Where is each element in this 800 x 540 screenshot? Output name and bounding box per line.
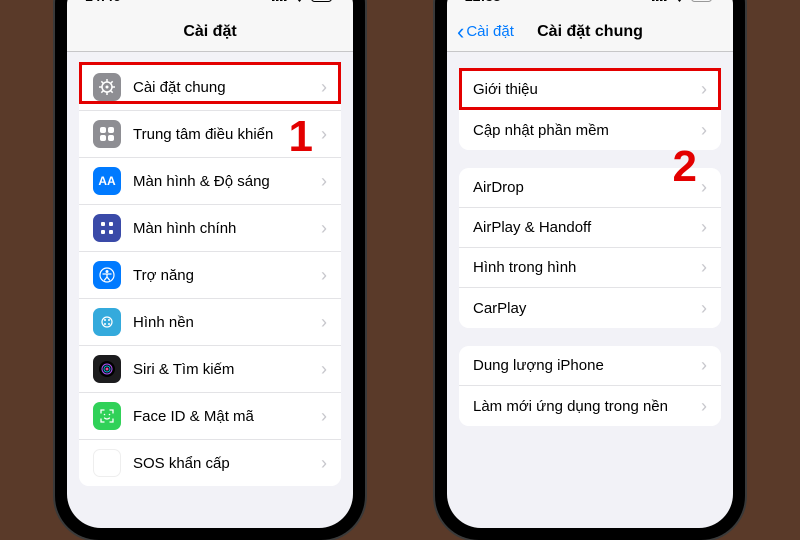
row-label: AirPlay & Handoff — [473, 219, 697, 236]
chevron-icon: › — [701, 355, 707, 376]
nav-bar: Cài đặt — [67, 12, 353, 52]
row-wallpaper[interactable]: Hình nền › — [79, 299, 341, 346]
chevron-icon: › — [321, 406, 327, 427]
row-siri[interactable]: Siri & Tìm kiếm › — [79, 346, 341, 393]
row-general[interactable]: Cài đặt chung › — [79, 64, 341, 111]
chevron-icon: › — [321, 171, 327, 192]
row-label: AirDrop — [473, 179, 697, 196]
row-background-refresh[interactable]: Làm mới ứng dụng trong nền › — [459, 386, 721, 426]
row-label: SOS khẩn cấp — [133, 455, 317, 472]
phone-step-1: 14:46 80 Cài đặt — [55, 0, 365, 540]
row-label: Màn hình chính — [133, 220, 317, 237]
row-label: Cài đặt chung — [133, 79, 317, 96]
row-label: CarPlay — [473, 300, 697, 317]
status-bar: 22:38 — [447, 0, 733, 12]
chevron-icon: › — [321, 359, 327, 380]
chevron-icon: › — [321, 312, 327, 333]
row-label: Siri & Tìm kiếm — [133, 361, 317, 378]
chevron-icon: › — [321, 265, 327, 286]
screen: 14:46 80 Cài đặt — [67, 0, 353, 528]
face-id-icon — [93, 402, 121, 430]
row-label: Hình trong hình — [473, 259, 697, 276]
accessibility-icon — [93, 261, 121, 289]
chevron-icon: › — [701, 217, 707, 238]
chevron-icon: › — [321, 453, 327, 474]
row-storage[interactable]: Dung lượng iPhone › — [459, 346, 721, 386]
row-label: Giới thiệu — [473, 81, 697, 98]
row-label: Trợ năng — [133, 267, 317, 284]
step-number: 1 — [289, 112, 313, 162]
phone-step-2: 22:38 ‹ Cài đặt C — [435, 0, 745, 540]
battery-icon — [691, 0, 715, 2]
back-label: Cài đặt — [466, 23, 514, 40]
row-pip[interactable]: Hình trong hình › — [459, 248, 721, 288]
row-about[interactable]: Giới thiệu › — [459, 70, 721, 110]
chevron-icon: › — [701, 396, 707, 417]
row-label: Dung lượng iPhone — [473, 357, 697, 374]
row-label: Hình nền — [133, 314, 317, 331]
display-icon: AA — [93, 167, 121, 195]
chevron-icon: › — [321, 124, 327, 145]
status-time: 22:38 — [465, 0, 501, 4]
row-sos[interactable]: SOS SOS khẩn cấp › — [79, 440, 341, 486]
row-label: Màn hình & Độ sáng — [133, 173, 317, 190]
signal-icon — [272, 0, 288, 1]
wifi-icon — [672, 0, 687, 2]
row-accessibility[interactable]: Trợ năng › — [79, 252, 341, 299]
wifi-icon — [292, 0, 307, 2]
signal-icon — [652, 0, 668, 1]
gear-icon — [93, 73, 121, 101]
control-center-icon — [93, 120, 121, 148]
row-display[interactable]: AA Màn hình & Độ sáng › — [79, 158, 341, 205]
wallpaper-icon — [93, 308, 121, 336]
status-time: 14:46 — [85, 0, 121, 4]
battery-icon: 80 — [311, 0, 335, 2]
chevron-icon: › — [701, 79, 707, 100]
sos-icon: SOS — [93, 449, 121, 477]
back-button[interactable]: ‹ Cài đặt — [457, 21, 514, 43]
row-label: Cập nhật phần mềm — [473, 122, 697, 139]
chevron-left-icon: ‹ — [457, 21, 464, 43]
siri-icon — [93, 355, 121, 383]
chevron-icon: › — [701, 257, 707, 278]
step-number: 2 — [673, 142, 697, 192]
nav-title: Cài đặt chung — [537, 23, 643, 41]
chevron-icon: › — [321, 77, 327, 98]
row-carplay[interactable]: CarPlay › — [459, 288, 721, 328]
row-airplay[interactable]: AirPlay & Handoff › — [459, 208, 721, 248]
general-list[interactable]: Giới thiệu › Cập nhật phần mềm › AirDrop… — [447, 70, 733, 426]
chevron-icon: › — [701, 177, 707, 198]
bed-icon — [508, 0, 522, 1]
row-label: Face ID & Mật mã — [133, 408, 317, 425]
screen: 22:38 ‹ Cài đặt C — [447, 0, 733, 528]
chevron-icon: › — [321, 218, 327, 239]
home-screen-icon — [93, 214, 121, 242]
row-home-screen[interactable]: Màn hình chính › — [79, 205, 341, 252]
row-face-id[interactable]: Face ID & Mật mã › — [79, 393, 341, 440]
nav-title: Cài đặt — [183, 23, 236, 41]
chevron-icon: › — [701, 298, 707, 319]
nav-bar: ‹ Cài đặt Cài đặt chung — [447, 12, 733, 52]
row-label: Làm mới ứng dụng trong nền — [473, 398, 697, 415]
chevron-icon: › — [701, 120, 707, 141]
status-bar: 14:46 80 — [67, 0, 353, 12]
